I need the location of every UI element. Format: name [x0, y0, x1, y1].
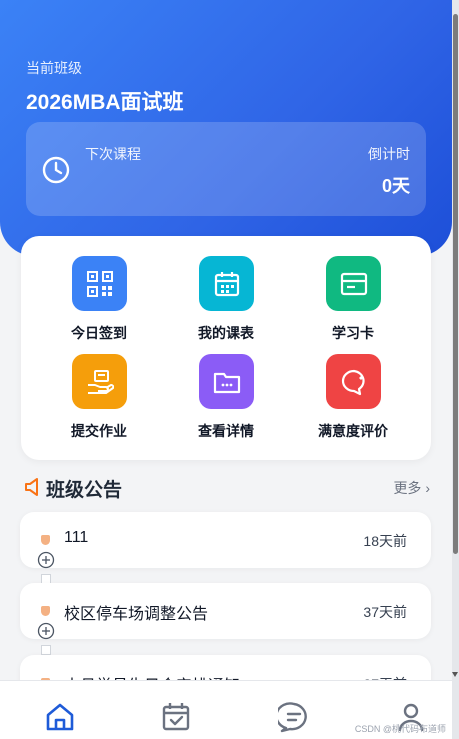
schedule-button[interactable]: 我的课表 — [166, 256, 286, 346]
announcement-time: 37天前 — [363, 604, 407, 620]
submit-homework-label: 提交作业 — [71, 423, 127, 439]
folder-icon — [199, 354, 254, 409]
bullet-icon — [41, 535, 50, 545]
satisfaction-button[interactable]: 满意度评价 — [293, 354, 413, 444]
bullet-icon — [41, 606, 50, 616]
announcement-title: 111 — [64, 529, 89, 546]
next-course-card[interactable]: 下次课程 倒计时 0天 — [26, 122, 426, 216]
countdown-label: 倒计时 — [368, 146, 410, 162]
checkin-button[interactable]: 今日签到 — [39, 256, 159, 346]
current-class-label: 当前班级 — [26, 60, 82, 76]
expand-plus-icon[interactable] — [37, 551, 55, 569]
message-icon[interactable] — [278, 701, 310, 733]
qrcode-icon — [72, 256, 127, 311]
expand-plus-icon[interactable] — [37, 622, 55, 640]
submit-homework-button[interactable]: 提交作业 — [39, 354, 159, 444]
class-header: 当前班级 2026MBA面试班 下次课程 倒计时 0天 — [0, 0, 452, 256]
scrollbar-thumb[interactable] — [453, 14, 458, 554]
class-name: 2026MBA面试班 — [26, 91, 184, 114]
more-link[interactable]: 更多 › — [393, 478, 430, 498]
app-page: 当前班级 2026MBA面试班 下次课程 倒计时 0天 今日签到 我的课表 学习… — [0, 0, 452, 739]
study-card-label: 学习卡 — [332, 325, 374, 341]
clock-icon — [42, 156, 70, 184]
scrollbar[interactable] — [452, 0, 459, 739]
view-details-label: 查看详情 — [198, 423, 254, 439]
announcements-header: 班级公告 更多 › — [24, 474, 432, 502]
home-icon[interactable] — [44, 701, 76, 733]
view-details-button[interactable]: 查看详情 — [166, 354, 286, 444]
announcement-title: 校区停车场调整公告 — [64, 606, 209, 623]
calendar-check-icon[interactable] — [160, 701, 192, 733]
satisfaction-label: 满意度评价 — [318, 423, 388, 439]
speaker-icon — [25, 478, 38, 496]
next-course-label: 下次课程 — [85, 146, 141, 162]
schedule-label: 我的课表 — [198, 325, 254, 341]
announcement-item[interactable]: 校区停车场调整公告 37天前 — [20, 583, 431, 639]
announcement-item[interactable]: 111 18天前 — [20, 512, 431, 568]
study-card-button[interactable]: 学习卡 — [293, 256, 413, 346]
watermark: CSDN @桃代码布道师 — [354, 724, 446, 734]
announcements-title: 班级公告 — [46, 480, 123, 501]
placeholder-box — [41, 645, 51, 655]
quick-actions-card: 今日签到 我的课表 学习卡 提交作业 查看详情 满意度评价 — [21, 236, 431, 460]
hand-submit-icon — [72, 354, 127, 409]
scroll-down-icon[interactable] — [452, 672, 458, 677]
announcement-time: 18天前 — [363, 533, 407, 549]
countdown-value: 0天 — [381, 176, 410, 196]
calendar-icon — [199, 256, 254, 311]
chat-heart-icon — [326, 354, 381, 409]
checkin-label: 今日签到 — [71, 325, 127, 341]
card-icon — [326, 256, 381, 311]
